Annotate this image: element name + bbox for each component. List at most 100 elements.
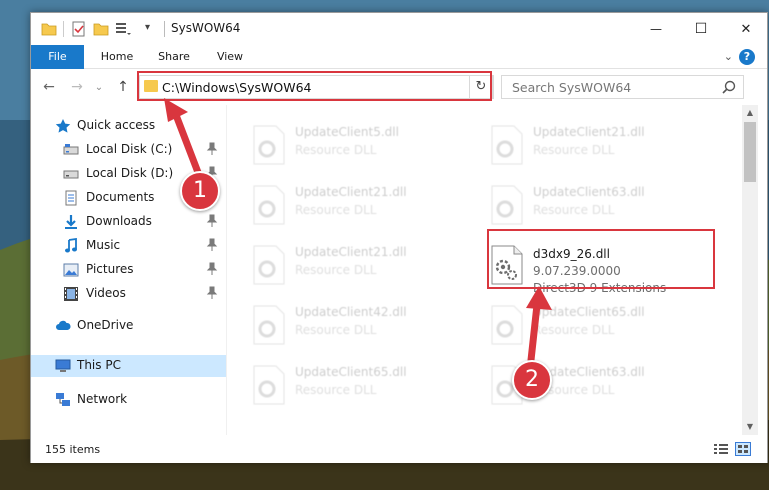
file-type: Resource DLL (295, 323, 377, 337)
computer-icon (55, 359, 71, 372)
recent-locations-button[interactable]: ⌄ (89, 77, 109, 97)
sidebar-item-music[interactable]: Music (31, 235, 226, 257)
file-highlight (487, 229, 715, 289)
back-button[interactable]: ← (39, 77, 59, 97)
details-view-icon[interactable] (713, 442, 729, 456)
close-icon: ✕ (740, 21, 752, 37)
sidebar-item-label: Videos (86, 286, 126, 300)
sidebar-item-downloads[interactable]: Downloads (31, 211, 226, 233)
address-bar-highlight (137, 71, 492, 101)
sidebar-item-label: Documents (86, 190, 155, 204)
customize-toolbar-icon[interactable] (115, 21, 131, 37)
maximize-button[interactable]: ☐ (678, 13, 724, 45)
file-name: UpdateClient65.dll (533, 305, 645, 319)
dll-file-icon (253, 125, 285, 165)
file-item[interactable]: UpdateClient5.dll Resource DLL (227, 115, 457, 171)
scroll-down-icon[interactable]: ▼ (742, 419, 758, 435)
search-icon (722, 80, 736, 94)
minimize-button[interactable]: — (633, 13, 679, 45)
sidebar-item-label: OneDrive (77, 318, 134, 332)
file-item[interactable]: UpdateClient63.dll Resource DLL (465, 175, 695, 231)
forward-button[interactable]: → (67, 77, 87, 97)
file-item[interactable]: UpdateClient21.dll Resource DLL (227, 235, 457, 291)
file-type: Resource DLL (295, 143, 377, 157)
status-bar: 155 items (31, 435, 767, 463)
search-box[interactable]: Search SysWOW64 (501, 75, 744, 99)
quick-access-dropdown[interactable]: ▾ (145, 22, 150, 33)
title-separator (164, 21, 165, 37)
documents-icon (65, 190, 77, 206)
sidebar-item-label: Music (86, 238, 121, 252)
pin-icon (206, 142, 218, 155)
search-input[interactable]: Search SysWOW64 (512, 80, 631, 95)
network-icon (56, 393, 70, 406)
file-type: Resource DLL (533, 323, 615, 337)
file-name: UpdateClient21.dll (295, 245, 407, 259)
file-type: Resource DLL (295, 203, 377, 217)
file-item[interactable]: UpdateClient65.dll Resource DLL (465, 295, 695, 351)
sidebar-item-local-disk-c[interactable]: Local Disk (C:) (31, 139, 226, 161)
minimize-icon: — (650, 22, 662, 36)
file-item[interactable]: UpdateClient21.dll Resource DLL (465, 115, 695, 171)
toolbar-divider (63, 21, 64, 37)
file-name: UpdateClient63.dll (533, 185, 645, 199)
downloads-icon (65, 215, 77, 229)
dll-file-icon (491, 305, 523, 345)
file-type: Resource DLL (295, 383, 377, 397)
tab-home[interactable]: Home (91, 45, 143, 69)
tab-file[interactable]: File (31, 45, 84, 69)
pin-icon (206, 286, 218, 299)
drive-icon (63, 170, 79, 179)
file-name: UpdateClient5.dll (295, 125, 399, 139)
file-type: Resource DLL (295, 263, 377, 277)
dll-file-icon (253, 305, 285, 345)
dll-file-icon (253, 185, 285, 225)
tab-view[interactable]: View (206, 45, 254, 69)
up-button[interactable]: ↑ (113, 77, 133, 97)
file-type: Resource DLL (533, 203, 615, 217)
file-type: Resource DLL (533, 143, 615, 157)
dll-file-icon (491, 125, 523, 165)
sidebar-item-pictures[interactable]: Pictures (31, 259, 226, 281)
file-item[interactable]: UpdateClient21.dll Resource DLL (227, 175, 457, 231)
title-bar: ▾ SysWOW64 — ☐ ✕ (31, 13, 767, 45)
close-button[interactable]: ✕ (723, 13, 769, 45)
sidebar-item-quick-access[interactable]: Quick access (31, 115, 226, 137)
navigation-pane: Quick access Local Disk (C:) Local Disk … (31, 105, 226, 435)
scroll-up-icon[interactable]: ▲ (742, 105, 758, 121)
vertical-scrollbar[interactable]: ▲ ▼ (742, 105, 758, 435)
pin-icon (206, 238, 218, 251)
chevron-down-icon: ⌄ (94, 81, 104, 93)
videos-icon (64, 287, 78, 301)
properties-icon[interactable] (71, 21, 87, 37)
file-name: UpdateClient42.dll (295, 305, 407, 319)
ribbon-tabs: File Home Share View ⌄ ? (31, 45, 767, 69)
star-icon (55, 119, 71, 133)
folder-icon (41, 23, 57, 36)
maximize-icon: ☐ (694, 21, 708, 37)
sidebar-item-network[interactable]: Network (31, 389, 226, 411)
music-icon (65, 238, 77, 253)
forward-arrow-icon: → (71, 79, 83, 95)
file-name: UpdateClient21.dll (295, 185, 407, 199)
sidebar-item-onedrive[interactable]: OneDrive (31, 315, 226, 337)
tiles-view-icon[interactable] (735, 442, 751, 456)
expand-ribbon-icon[interactable]: ⌄ (724, 50, 733, 63)
file-item[interactable]: UpdateClient65.dll Resource DLL (227, 355, 457, 411)
cloud-icon (56, 320, 71, 330)
pin-icon (206, 262, 218, 275)
new-folder-icon[interactable] (93, 21, 109, 37)
file-name: UpdateClient21.dll (533, 125, 645, 139)
file-item[interactable]: UpdateClient42.dll Resource DLL (227, 295, 457, 351)
sidebar-item-this-pc[interactable]: This PC (31, 355, 226, 377)
file-item[interactable]: UpdateClient63.dll Resource DLL (465, 355, 695, 411)
sidebar-item-label: Downloads (86, 214, 152, 228)
sidebar-item-videos[interactable]: Videos (31, 283, 226, 305)
dll-file-icon (253, 245, 285, 285)
help-icon[interactable]: ? (739, 49, 755, 65)
step-2-badge: 2 (512, 360, 552, 400)
item-count: 155 items (45, 443, 101, 456)
scroll-thumb[interactable] (744, 122, 756, 182)
tab-share[interactable]: Share (149, 45, 199, 69)
sidebar-item-label: Local Disk (C:) (86, 142, 173, 156)
